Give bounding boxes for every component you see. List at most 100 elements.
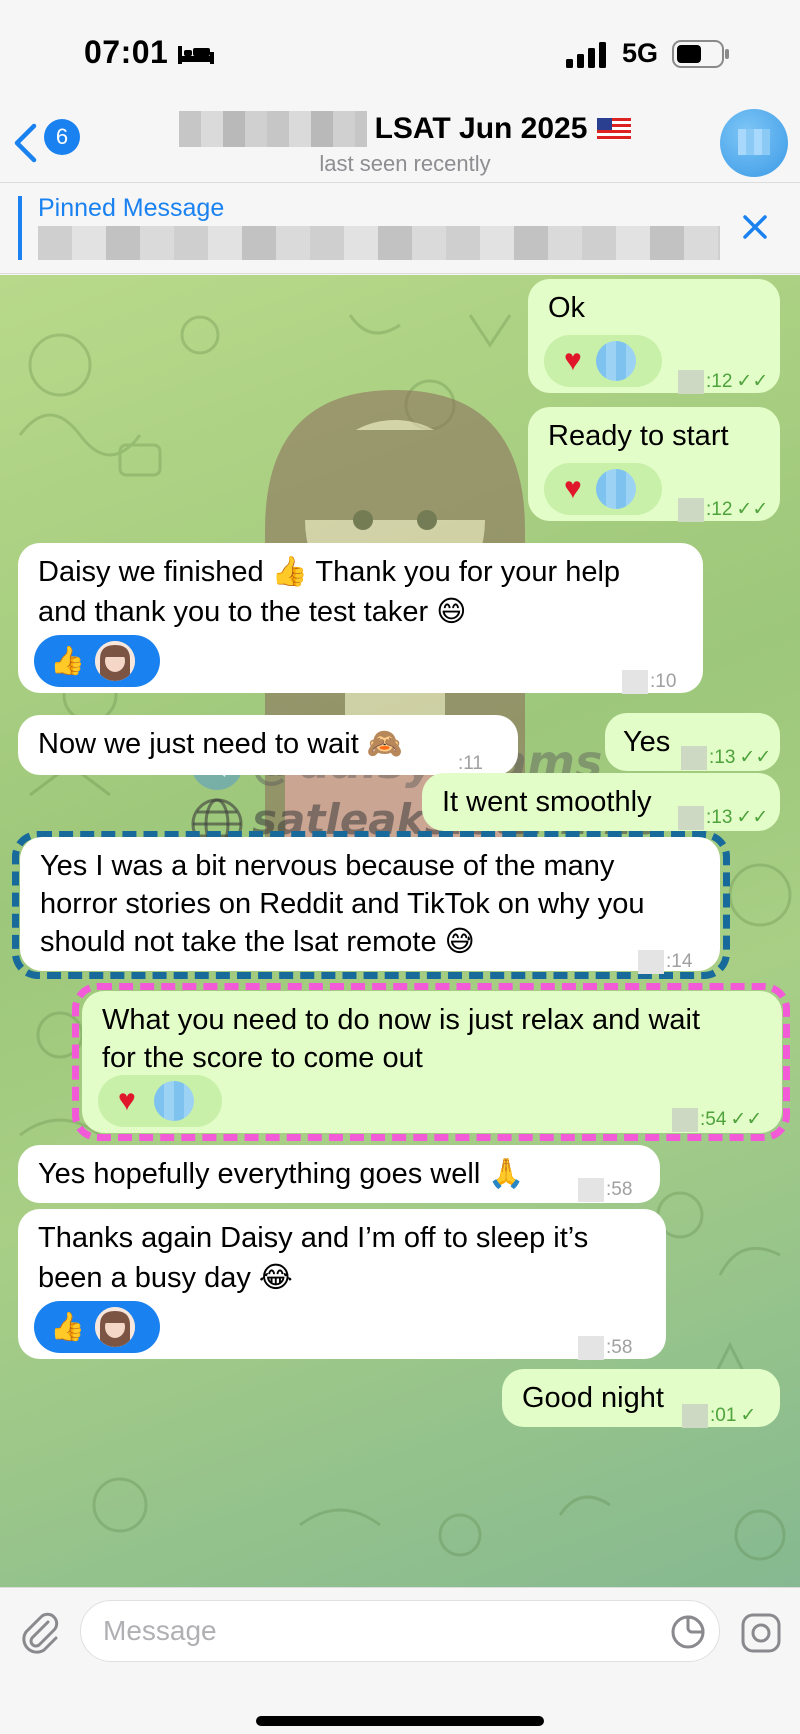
message-incoming[interactable]: Thanks again Daisy and I’m off to sleep …	[18, 1209, 666, 1360]
blurred-contact-name	[178, 111, 367, 147]
message-text: Yes hopefully everything goes well 🙏	[38, 1158, 525, 1190]
thumbs-up-icon: 👍	[50, 645, 85, 676]
message-meta: :12 ✓✓	[678, 361, 768, 403]
message-text-line: for the score to come out	[102, 1042, 423, 1074]
message-meta: :54 ✓✓	[672, 1099, 762, 1141]
chat-area[interactable]: @daisyexams satleaks.eth.limo Ok ♥ :12 ✓…	[0, 275, 800, 1587]
heart-icon: ♥	[564, 344, 582, 377]
blurred-reactor-avatar	[595, 341, 636, 381]
message-text-line: horror stories on Reddit and TikTok on w…	[40, 888, 645, 920]
message-outgoing[interactable]: Ok ♥ :12 ✓✓	[528, 279, 780, 394]
pinned-message-bar[interactable]: Pinned Message	[0, 184, 800, 274]
last-seen-status: last seen recently	[319, 151, 491, 176]
message-text: Yes	[623, 726, 671, 758]
status-time: 07:01	[84, 34, 169, 70]
signal-icon	[566, 42, 606, 68]
message-text-line: Thanks again Daisy and I’m off to sleep …	[38, 1222, 589, 1254]
message-meta: :10	[622, 661, 676, 703]
status-bar: 07:01 5G	[0, 0, 800, 105]
sticker-icon[interactable]	[670, 1614, 706, 1650]
network-type: 5G	[622, 38, 659, 68]
heart-icon: ♥	[118, 1084, 136, 1117]
message-time: :12	[706, 371, 733, 392]
message-text-line: been a busy day 😂	[38, 1262, 293, 1294]
heart-icon: ♥	[564, 472, 582, 505]
blurred-avatar-initials	[738, 129, 770, 155]
blurred-reactor-avatar	[153, 1081, 194, 1121]
message-time: :58	[606, 1179, 633, 1200]
message-meta: :12 ✓✓	[678, 489, 768, 531]
chat-header: 6 LSAT Jun 2025 last seen recently	[0, 105, 800, 183]
double-check-icon: ✓✓	[736, 371, 769, 392]
message-time: :01	[710, 1405, 737, 1426]
blurred-hour	[681, 746, 707, 770]
message-incoming[interactable]: Yes I was a bit nervous because of the m…	[20, 837, 720, 974]
message-text-line: should not take the lsat remote 😅	[40, 926, 475, 958]
message-text: Ready to start	[548, 420, 729, 452]
message-meta: :58	[578, 1327, 632, 1369]
close-icon[interactable]	[740, 212, 770, 242]
blurred-pinned-text	[38, 226, 720, 260]
message-meta: :01 ✓	[682, 1395, 756, 1437]
blurred-hour	[678, 806, 704, 830]
paperclip-icon[interactable]	[18, 1610, 62, 1654]
bed-icon	[178, 46, 214, 64]
chat-title-area[interactable]: LSAT Jun 2025 last seen recently	[160, 109, 650, 179]
chevron-left-icon	[14, 123, 37, 163]
contact-avatar[interactable]	[720, 109, 788, 177]
message-outgoing[interactable]: Ready to start ♥ :12 ✓✓	[528, 407, 780, 522]
message-time: :54	[700, 1109, 727, 1130]
blurred-hour	[622, 670, 648, 694]
blurred-reactor-avatar	[595, 469, 636, 509]
camera-icon[interactable]	[740, 1612, 782, 1654]
double-check-icon: ✓✓	[736, 499, 769, 520]
blurred-hour	[678, 498, 704, 522]
battery-icon	[672, 40, 729, 68]
blurred-hour	[672, 1108, 698, 1132]
reactor-avatar	[94, 1307, 135, 1347]
message-time: :14	[666, 951, 693, 972]
message-incoming[interactable]: Yes hopefully everything goes well 🙏 :58	[18, 1145, 660, 1203]
message-time: :12	[706, 499, 733, 520]
message-text-line: Yes I was a bit nervous because of the m…	[40, 850, 615, 882]
reaction-thumbs-up[interactable]: 👍	[34, 1301, 160, 1353]
message-meta: :58	[578, 1169, 632, 1211]
message-incoming[interactable]: Daisy we finished 👍 Thank you for your h…	[18, 543, 703, 694]
chat-title: LSAT Jun 2025	[374, 112, 588, 145]
message-time: :10	[650, 671, 677, 692]
message-text-line: and thank you to the test taker 😄	[38, 596, 467, 628]
message-time: :58	[606, 1337, 633, 1358]
double-check-icon: ✓✓	[730, 1109, 763, 1130]
reaction-heart[interactable]: ♥	[98, 1075, 222, 1127]
thumbs-up-icon: 👍	[50, 1311, 85, 1342]
pinned-label: Pinned Message	[38, 194, 225, 222]
message-text: Now we just need to wait 🙈	[38, 728, 403, 760]
check-icon: ✓	[740, 1405, 757, 1426]
message-incoming[interactable]: Now we just need to wait 🙈 :11	[18, 715, 518, 775]
blurred-hour	[682, 1404, 708, 1428]
message-outgoing[interactable]: It went smoothly :13 ✓✓	[422, 773, 780, 831]
blurred-hour	[678, 370, 704, 394]
reaction-thumbs-up[interactable]: 👍	[34, 635, 160, 687]
reaction-heart[interactable]: ♥	[544, 335, 662, 387]
message-outgoing[interactable]: Yes :13 ✓✓	[605, 713, 780, 771]
message-outgoing[interactable]: Good night :01 ✓	[502, 1369, 780, 1428]
message-text: Ok	[548, 292, 586, 324]
message-text: Good night	[522, 1382, 664, 1414]
message-input[interactable]	[80, 1600, 720, 1662]
blurred-hour	[578, 1336, 604, 1360]
reactor-avatar	[94, 641, 135, 681]
message-input-bar	[0, 1587, 800, 1734]
message-text-line: Daisy we finished 👍 Thank you for your h…	[38, 556, 621, 588]
reaction-heart[interactable]: ♥	[544, 463, 662, 515]
double-check-icon: ✓✓	[736, 807, 769, 828]
message-meta: :14	[638, 941, 692, 983]
home-indicator	[256, 1716, 544, 1726]
back-button[interactable]: 6	[12, 117, 82, 165]
unread-count-badge: 6	[44, 119, 80, 155]
message-text: It went smoothly	[442, 786, 652, 818]
us-flag-icon	[597, 118, 632, 140]
message-text-line: What you need to do now is just relax an…	[102, 1004, 701, 1036]
pinned-indicator	[18, 196, 22, 260]
message-outgoing[interactable]: What you need to do now is just relax an…	[82, 991, 782, 1133]
